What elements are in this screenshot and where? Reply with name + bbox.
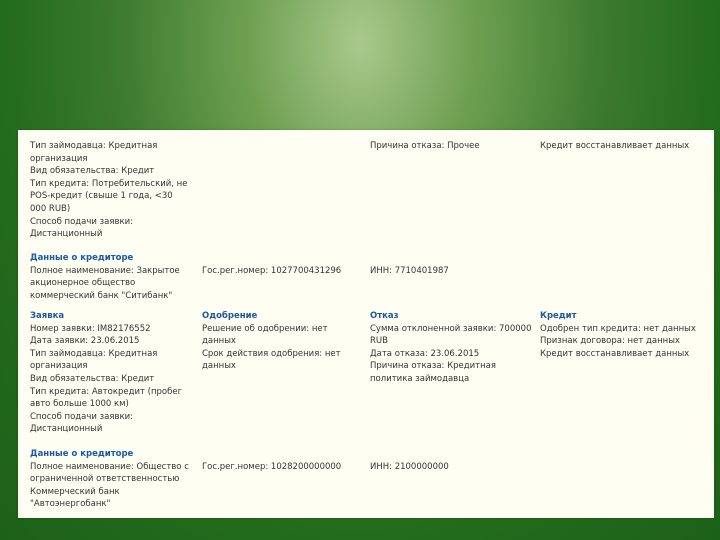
submission-method: Способ подачи заявки: Дистанционный bbox=[30, 411, 133, 435]
credit-type: Тип кредита: Автокредит (пробег авто бол… bbox=[30, 386, 183, 410]
obligation-type: Вид обязательства: Кредит bbox=[30, 166, 155, 177]
refusal-heading: Отказ bbox=[370, 311, 399, 321]
approval-validity: Срок действия одобрения: нет данных bbox=[202, 348, 341, 372]
credit-column: Кредит Одобрен тип кредита: нет данных П… bbox=[540, 310, 708, 360]
submission-method: Способ подачи заявки: Дистанционный bbox=[30, 216, 133, 240]
refusal-reason: Причина отказа: Кредитная политика займо… bbox=[370, 361, 497, 384]
refusal-date: Дата отказа: 23.06.2015 bbox=[370, 348, 480, 359]
credit-status: Кредит восстанавливает данных bbox=[540, 141, 690, 151]
credit-type: Тип кредита: Потребительский, не POS-кре… bbox=[30, 178, 188, 214]
creditor-inn: ИНН: 7710401987 bbox=[370, 266, 449, 276]
approved-credit-type: Одобрен тип кредита: нет данных bbox=[540, 323, 696, 334]
application-heading: Заявка bbox=[30, 311, 65, 321]
application-number: Номер заявки: IM82176552 bbox=[30, 323, 151, 334]
creditor-reg-number: Гос.рег.номер: 1027700431296 bbox=[202, 266, 342, 276]
approval-heading: Одобрение bbox=[202, 311, 258, 321]
application-details: Тип займодавца: Кредитная организация Ви… bbox=[30, 140, 190, 241]
creditor-heading: Данные о кредиторе bbox=[30, 449, 134, 459]
creditor-reg-number: Гос.рег.номер: 1028200000000 bbox=[202, 462, 342, 472]
obligation-type: Вид обязательства: Кредит bbox=[30, 373, 155, 384]
application-date: Дата заявки: 23.06.2015 bbox=[30, 336, 140, 347]
lender-type: Тип займодавца: Кредитная организация bbox=[30, 141, 158, 164]
credit-history-panel: Тип займодавца: Кредитная организация Ви… bbox=[18, 130, 714, 518]
refusal-reason: Причина отказа: Прочее bbox=[370, 141, 480, 151]
creditor-full-name: Полное наименование: Общество с ограниче… bbox=[30, 461, 189, 510]
refused-amount: Сумма отклоненной заявки: 700000 RUB bbox=[370, 323, 532, 347]
lender-type: Тип займодавца: Кредитная организация bbox=[30, 348, 158, 372]
creditor-inn: ИНН: 2100000000 bbox=[370, 462, 449, 472]
creditor-full-name: Полное наименование: Закрытое акционерно… bbox=[30, 265, 180, 301]
application-column: Заявка Номер заявки: IM82176552 Дата зая… bbox=[30, 310, 190, 436]
refusal-column: Отказ Сумма отклоненной заявки: 700000 R… bbox=[370, 310, 540, 386]
approval-column: Одобрение Решение об одобрении: нет данн… bbox=[202, 310, 362, 373]
credit-heading: Кредит bbox=[540, 311, 577, 321]
credit-status: Кредит восстанавливает данных bbox=[540, 348, 690, 359]
contract-flag: Признак договора: нет данных bbox=[540, 336, 680, 347]
approval-decision: Решение об одобрении: нет данных bbox=[202, 323, 328, 347]
creditor-section: Данные о кредиторе Полное наименование: … bbox=[30, 252, 190, 302]
creditor-section: Данные о кредиторе Полное наименование: … bbox=[30, 448, 190, 511]
creditor-heading: Данные о кредиторе bbox=[30, 253, 134, 263]
